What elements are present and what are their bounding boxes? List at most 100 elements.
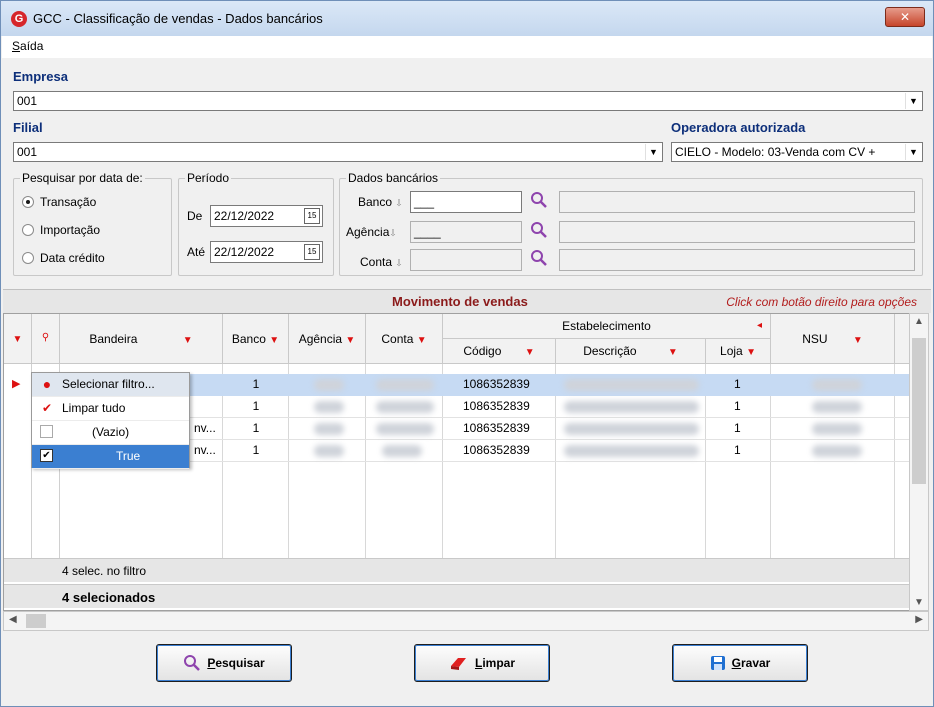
checkbox-checked-icon[interactable]: ✔ <box>40 449 53 462</box>
redacted-descricao <box>564 423 699 435</box>
empresa-label: Empresa <box>13 69 68 84</box>
radio-importacao[interactable]: Importação <box>22 223 100 237</box>
column-header-banco[interactable]: Banco ▼ <box>223 314 289 364</box>
title-bar: G GCC - Classificação de vendas - Dados … <box>1 1 933 36</box>
search-icon[interactable] <box>530 249 548 267</box>
periodo-group: Período De 22/12/2022 15 Até 22/12/2022 … <box>178 171 334 276</box>
dados-bancarios-title: Dados bancários <box>346 171 441 185</box>
date-ate-input[interactable]: 22/12/2022 15 <box>210 241 323 263</box>
banco-description <box>559 191 915 213</box>
filter-icon: ▼ <box>667 347 678 358</box>
redacted-conta <box>376 423 434 435</box>
column-header-nsu[interactable]: NSU ▼ <box>771 314 895 364</box>
operadora-select[interactable]: CIELO - Modelo: 03-Venda com CV + ▼ <box>671 142 923 162</box>
redacted-descricao <box>564 445 699 457</box>
limpar-button[interactable]: Limpar <box>414 644 550 682</box>
filter-popup-menu: ● Selecionar filtro... ✔ Limpar tudo (Va… <box>31 372 190 469</box>
filter-column-header[interactable]: ⚲ <box>32 314 60 364</box>
column-header-codigo[interactable]: Código ▼ <box>443 339 556 364</box>
grid-hint: Click com botão direito para opções <box>726 295 917 309</box>
save-icon <box>710 656 725 670</box>
collapse-icon: ◂ <box>756 320 762 331</box>
popup-item-true[interactable]: ✔ True <box>32 445 189 469</box>
column-header-conta[interactable]: Conta ▼ <box>366 314 443 364</box>
cell-codigo: 1086352839 <box>463 399 530 413</box>
filter-icon: ▼ <box>746 347 756 358</box>
empresa-select[interactable]: 001 ▼ <box>13 91 923 111</box>
pesquisar-group-title: Pesquisar por data de: <box>20 171 145 185</box>
vertical-scrollbar[interactable]: ▲ ▼ <box>909 313 929 611</box>
scroll-thumb[interactable] <box>26 614 46 628</box>
column-header-agencia[interactable]: Agência ▼ <box>289 314 366 364</box>
filial-select[interactable]: 001 ▼ <box>13 142 663 162</box>
periodo-group-title: Período <box>185 171 232 185</box>
cell-banco: 1 <box>252 421 260 435</box>
cell-bandeira: nv... <box>194 421 216 435</box>
redacted-descricao <box>564 401 699 413</box>
popup-item-selecionar-filtro[interactable]: ● Selecionar filtro... <box>32 373 189 397</box>
search-icon[interactable] <box>530 191 548 209</box>
gravar-button[interactable]: Gravar <box>672 644 808 682</box>
scroll-up-icon[interactable]: ▲ <box>914 316 924 327</box>
dados-bancarios-group: Dados bancários Banco ⇩ ___ Agência⇩ ___… <box>339 171 923 276</box>
radio-icon <box>22 252 34 264</box>
calendar-icon[interactable]: 15 <box>304 244 320 260</box>
grid-title: Movimento de vendas <box>392 294 528 309</box>
redacted-agencia <box>314 423 344 435</box>
chevron-down-icon: ▼ <box>905 93 921 109</box>
cell-banco: 1 <box>252 377 260 391</box>
check-icon: ✔ <box>41 401 53 415</box>
filter-icon: ▼ <box>182 335 193 346</box>
radio-data-credito[interactable]: Data crédito <box>22 251 105 265</box>
column-group-estabelecimento[interactable]: Estabelecimento ◂ <box>443 314 771 339</box>
current-row-icon: ▶ <box>12 378 21 390</box>
cell-codigo: 1086352839 <box>463 377 530 391</box>
scroll-thumb[interactable] <box>912 338 926 484</box>
redacted-nsu <box>812 379 862 391</box>
cell-banco: 1 <box>252 443 260 457</box>
filter-icon: ▼ <box>524 347 535 358</box>
banco-label: Banco ⇩ <box>358 195 403 209</box>
row-indicator-column <box>4 364 32 558</box>
filter-icon: ⚲ <box>41 332 50 343</box>
search-icon[interactable] <box>530 221 548 239</box>
conta-description <box>559 249 915 271</box>
scroll-left-icon[interactable]: ◀ <box>9 614 17 625</box>
pesquisar-button[interactable]: Pesquisar <box>156 644 292 682</box>
column-header-loja[interactable]: Loja ▼ <box>706 339 771 364</box>
chevron-down-icon: ▼ <box>645 144 661 160</box>
cell-bandeira: nv... <box>194 443 216 457</box>
de-label: De <box>187 209 203 223</box>
cell-codigo: 1086352839 <box>463 443 530 457</box>
radio-transacao[interactable]: Transação <box>22 195 96 209</box>
column-header-descricao[interactable]: Descrição ▼ <box>556 339 706 364</box>
conta-input[interactable] <box>410 249 522 271</box>
horizontal-scrollbar[interactable]: ◀ ▶ <box>3 611 929 631</box>
redacted-conta <box>382 445 422 457</box>
row-indicator-header[interactable]: ▼ <box>4 314 32 364</box>
menu-bar: Saída <box>2 36 932 58</box>
menu-saida[interactable]: Saída <box>12 39 43 53</box>
banco-input[interactable]: ___ <box>410 191 522 213</box>
redacted-descricao <box>564 379 699 391</box>
filter-icon: ▼ <box>345 335 356 346</box>
pesquisar-group: Pesquisar por data de: Transação Importa… <box>13 171 172 276</box>
scroll-right-icon[interactable]: ▶ <box>915 614 923 625</box>
scroll-down-icon[interactable]: ▼ <box>914 597 924 608</box>
redacted-agencia <box>314 401 344 413</box>
redacted-nsu <box>812 401 862 413</box>
redacted-conta <box>376 379 434 391</box>
ate-label: Até <box>187 245 206 259</box>
close-button[interactable]: ✕ <box>885 7 925 27</box>
checkbox-unchecked-icon[interactable] <box>40 425 53 438</box>
radio-selected-icon <box>22 196 34 208</box>
calendar-icon[interactable]: 15 <box>304 208 320 224</box>
agencia-input[interactable]: ____ <box>410 221 522 243</box>
date-de-input[interactable]: 22/12/2022 15 <box>210 205 323 227</box>
agencia-description <box>559 221 915 243</box>
column-header-bandeira[interactable]: Bandeira ▼ <box>60 314 223 364</box>
popup-item-limpar-tudo[interactable]: ✔ Limpar tudo <box>32 397 189 421</box>
popup-item-vazio[interactable]: (Vazio) <box>32 421 189 445</box>
filter-summary-row: 4 selec. no filtro <box>4 558 910 582</box>
cell-loja: 1 <box>734 377 741 391</box>
